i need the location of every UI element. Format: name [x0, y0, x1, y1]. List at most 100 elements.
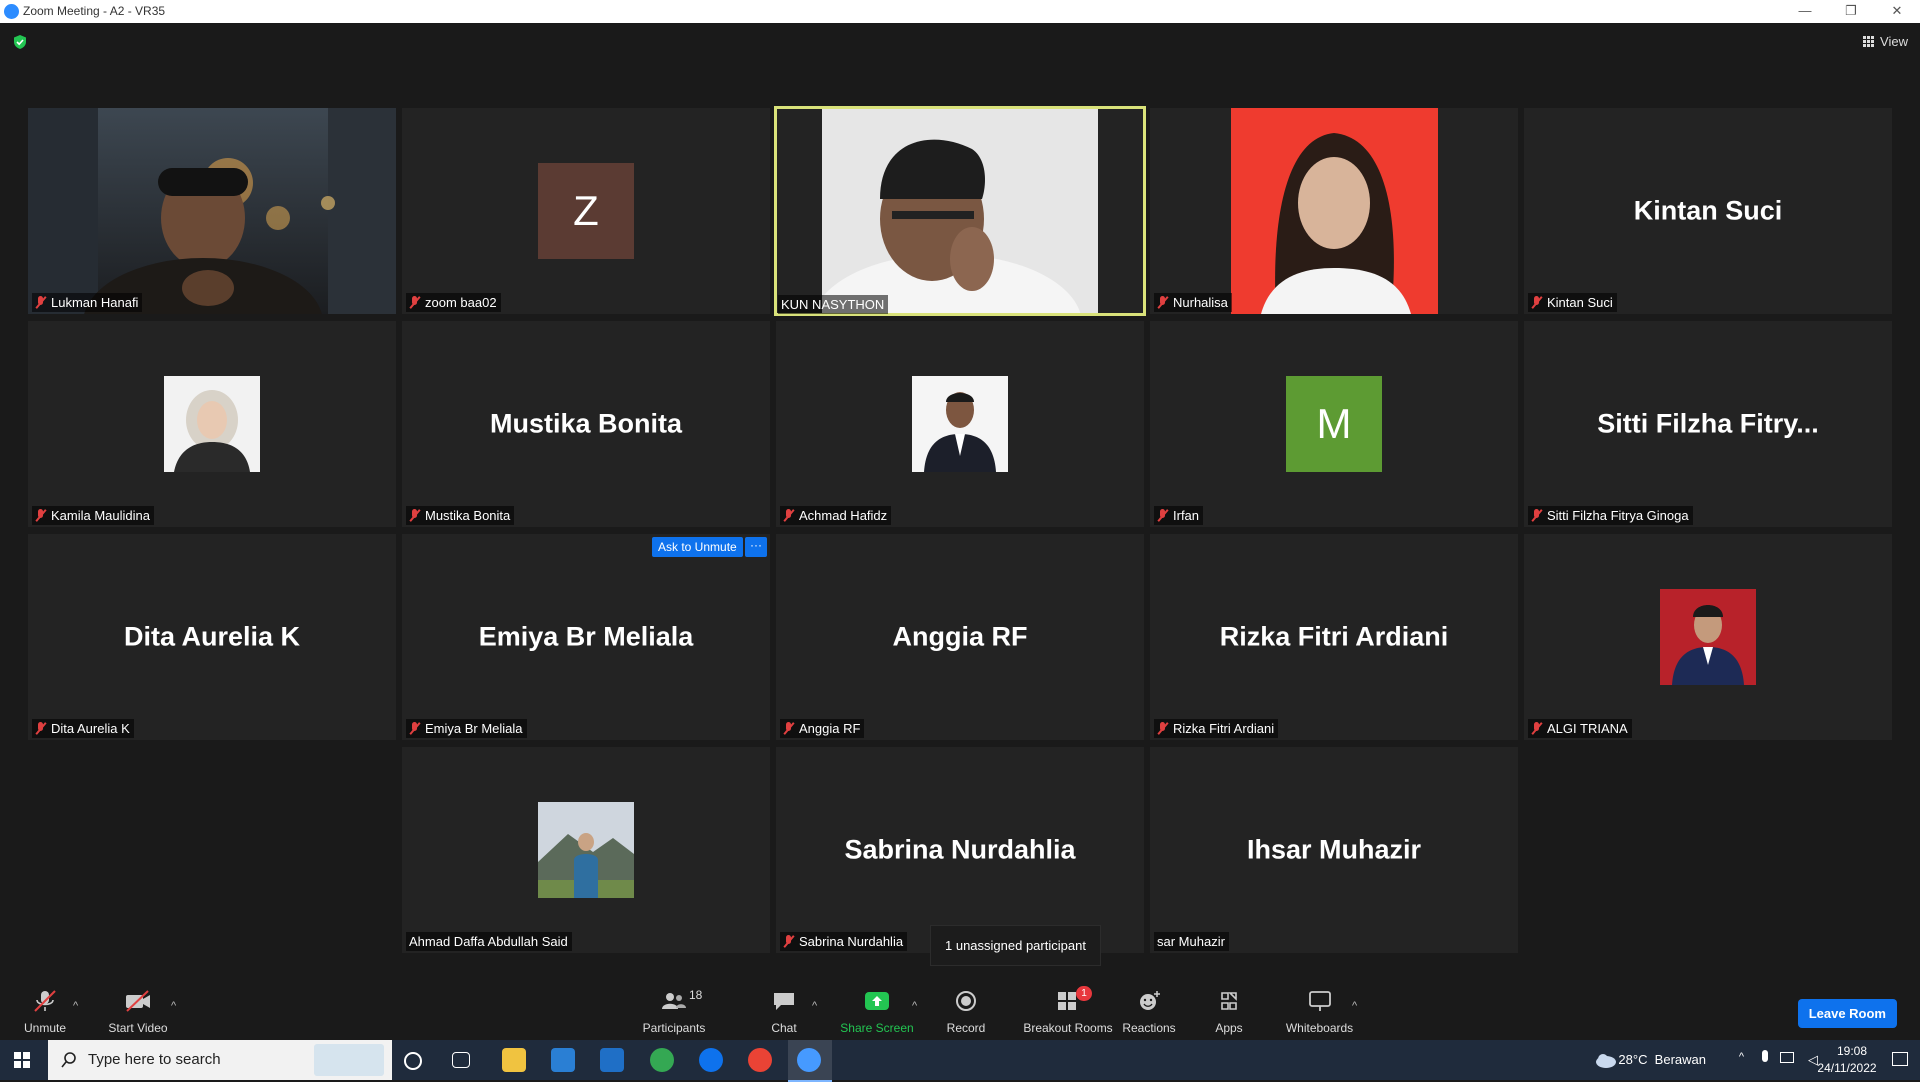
participant-nameplate: Kamila Maulidina	[32, 506, 154, 525]
zoom-app-icon	[4, 4, 19, 19]
mail-icon[interactable]	[600, 1048, 624, 1072]
video-tile[interactable]: Achmad Hafidz	[776, 321, 1144, 527]
video-options-caret-icon[interactable]: ^	[171, 1000, 176, 1012]
share-options-caret-icon[interactable]: ^	[912, 1000, 917, 1012]
more-options-button[interactable]: ···	[745, 537, 767, 557]
video-tile[interactable]: Anggia RF Anggia RF	[776, 534, 1144, 740]
participant-display-name: Dita Aurelia K	[123, 621, 301, 652]
ask-to-unmute-button[interactable]: Ask to Unmute	[652, 537, 743, 557]
encryption-shield-icon[interactable]	[12, 34, 28, 50]
muted-mic-icon	[783, 935, 795, 948]
chrome-icon[interactable]	[650, 1048, 674, 1072]
minimize-button[interactable]: —	[1782, 0, 1828, 23]
chat-icon	[774, 993, 794, 1010]
windows-start-icon[interactable]	[14, 1052, 30, 1068]
audio-options-caret-icon[interactable]: ^	[73, 1000, 78, 1012]
video-tile[interactable]: ALGI TRIANA	[1524, 534, 1892, 740]
video-tile-active-speaker[interactable]: KUN NASYTHON	[774, 106, 1146, 316]
video-tile[interactable]: Sabrina Nurdahlia Sabrina Nurdahlia	[776, 747, 1144, 953]
video-off-icon	[126, 990, 150, 1012]
participants-button[interactable]: 18 Participants	[629, 980, 719, 1040]
record-label: Record	[946, 1021, 986, 1035]
participant-nameplate: zoom baa02	[406, 293, 501, 312]
taskbar-search-box[interactable]: Type here to search	[48, 1040, 392, 1080]
restore-button[interactable]: ❐	[1828, 0, 1874, 23]
apps-icon	[1221, 992, 1237, 1010]
clock-date[interactable]: 24/11/2022	[1814, 1061, 1880, 1075]
unassigned-participant-tooltip: 1 unassigned participant	[930, 925, 1101, 966]
video-tile[interactable]: Rizka Fitri Ardiani Rizka Fitri Ardiani	[1150, 534, 1518, 740]
cloudy-weather-icon	[1596, 1054, 1616, 1068]
reactions-button[interactable]: Reactions	[1104, 980, 1194, 1040]
share-screen-button[interactable]: Share Screen	[832, 980, 922, 1040]
participant-video	[28, 108, 396, 314]
participant-name: Anggia RF	[799, 721, 861, 736]
clock-time[interactable]: 19:08	[1824, 1044, 1880, 1058]
share-screen-label: Share Screen	[840, 1021, 914, 1035]
whiteboards-label: Whiteboards	[1285, 1021, 1354, 1035]
search-icon	[61, 1052, 76, 1068]
chrome-profile-icon[interactable]	[748, 1048, 772, 1072]
record-icon	[956, 991, 976, 1011]
participant-nameplate: Mustika Bonita	[406, 506, 515, 525]
tray-chevron-icon[interactable]: ^	[1739, 1051, 1744, 1063]
close-window-button[interactable]: ✕	[1874, 0, 1920, 23]
search-highlight-image	[314, 1044, 384, 1076]
muted-mic-icon	[1531, 722, 1543, 735]
microsoft-store-icon[interactable]	[551, 1048, 575, 1072]
muted-mic-icon	[409, 296, 421, 309]
muted-mic-icon	[783, 509, 795, 522]
video-tile[interactable]: Lukman Hanafi	[28, 108, 396, 314]
participant-nameplate: Dita Aurelia K	[32, 719, 134, 738]
participant-display-name: Kintan Suci	[1633, 195, 1783, 226]
video-tile[interactable]: Ihsar Muhazir sar Muhazir	[1150, 747, 1518, 953]
network-icon[interactable]	[1780, 1052, 1794, 1063]
video-tile[interactable]: Kamila Maulidina	[28, 321, 396, 527]
participant-display-name: Mustika Bonita	[489, 408, 683, 439]
participant-nameplate: ALGI TRIANA	[1528, 719, 1632, 738]
video-tile[interactable]: Ahmad Daffa Abdullah Said	[402, 747, 770, 953]
video-tile[interactable]: Mustika Bonita Mustika Bonita	[402, 321, 770, 527]
participant-name: Kintan Suci	[1547, 295, 1613, 310]
participant-name: Kamila Maulidina	[51, 508, 150, 523]
window-title: Zoom Meeting - A2 - VR35	[23, 4, 166, 18]
video-tile[interactable]: Dita Aurelia K Dita Aurelia K	[28, 534, 396, 740]
breakout-badge: 1	[1076, 986, 1092, 1001]
muted-mic-icon	[1157, 509, 1169, 522]
record-button[interactable]: Record	[921, 980, 1011, 1040]
teamviewer-icon[interactable]	[699, 1048, 723, 1072]
notification-icon[interactable]	[1892, 1052, 1908, 1066]
participant-name: Dita Aurelia K	[51, 721, 130, 736]
view-label: View	[1880, 34, 1908, 49]
participant-display-name: Emiya Br Meliala	[478, 621, 694, 652]
start-video-button[interactable]: Start Video	[93, 980, 183, 1040]
meeting-toolbar: Unmute ^ Start Video ^ 18 Participants C…	[0, 980, 1920, 1040]
unmute-label: Unmute	[23, 1021, 67, 1035]
whiteboard-options-caret-icon[interactable]: ^	[1352, 1000, 1357, 1012]
file-explorer-icon[interactable]	[502, 1048, 526, 1072]
participant-display-name: Anggia RF	[892, 621, 1028, 652]
video-tile[interactable]: Z zoom baa02	[402, 108, 770, 314]
chat-options-caret-icon[interactable]: ^	[812, 1000, 817, 1012]
muted-mic-icon	[1157, 296, 1169, 309]
participant-video	[822, 109, 1098, 313]
participant-name: Emiya Br Meliala	[425, 721, 523, 736]
view-button[interactable]: View	[1863, 34, 1908, 49]
video-tile[interactable]: Sitti Filzha Fitry... Sitti Filzha Fitry…	[1524, 321, 1892, 527]
participant-nameplate: Rizka Fitri Ardiani	[1154, 719, 1279, 738]
participant-display-name: Ihsar Muhazir	[1246, 834, 1422, 865]
video-tile[interactable]: Emiya Br Meliala Emiya Br Meliala	[402, 534, 770, 740]
apps-button[interactable]: Apps	[1184, 980, 1274, 1040]
participants-label: Participants	[642, 1021, 706, 1035]
microphone-tray-icon[interactable]	[1762, 1050, 1768, 1062]
cortana-icon[interactable]	[404, 1052, 422, 1070]
weather-text[interactable]: 28°C Berawan	[1618, 1052, 1706, 1067]
muted-mic-icon	[1531, 296, 1543, 309]
muted-mic-icon	[1157, 722, 1169, 735]
video-tile[interactable]: Nurhalisa	[1150, 108, 1518, 314]
muted-mic-icon	[35, 296, 47, 309]
leave-room-button[interactable]: Leave Room	[1797, 999, 1897, 1028]
task-view-icon[interactable]	[452, 1052, 470, 1068]
video-tile[interactable]: Kintan Suci Kintan Suci	[1524, 108, 1892, 314]
video-tile[interactable]: M Irfan	[1150, 321, 1518, 527]
